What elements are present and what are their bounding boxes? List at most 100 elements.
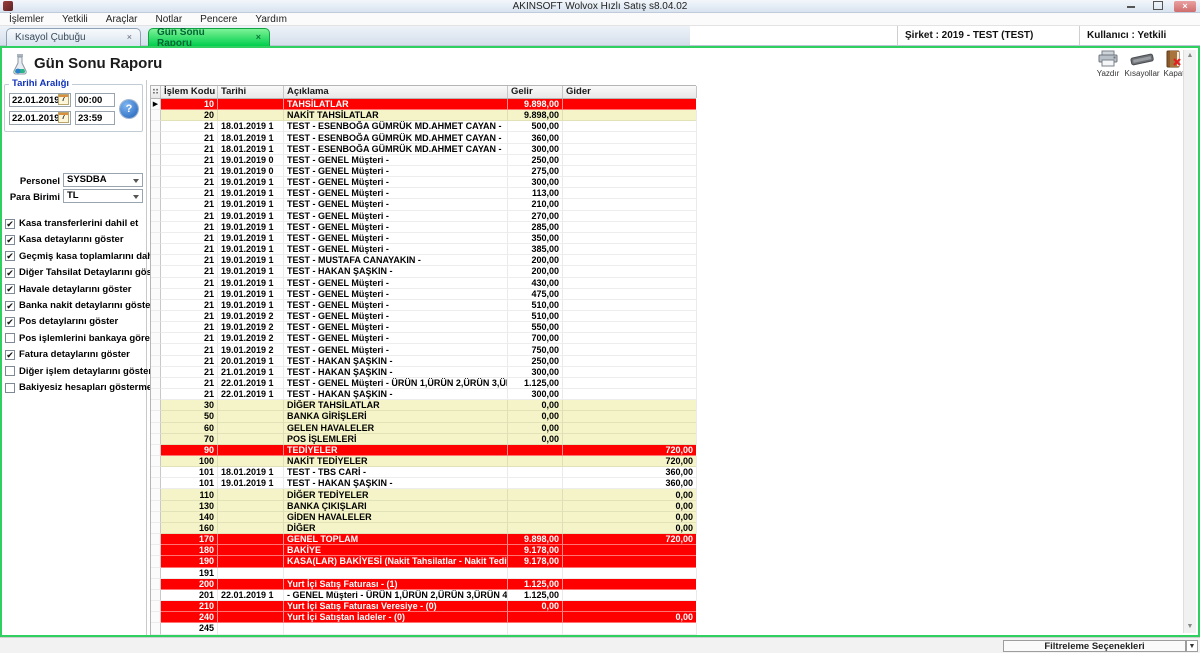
table-row[interactable]: 2119.01.2019 1TEST - GENEL Müşteri -285,… bbox=[151, 222, 696, 233]
table-row[interactable]: 170GENEL TOPLAM9.898,00720,00 bbox=[151, 534, 696, 545]
table-row[interactable]: 2119.01.2019 1TEST - HAKAN ŞAŞKIN -200,0… bbox=[151, 266, 696, 277]
table-row[interactable]: 60GELEN HAVALELER0,00 bbox=[151, 423, 696, 434]
table-row[interactable]: 140GİDEN HAVALELER0,00 bbox=[151, 512, 696, 523]
close-window-button[interactable]: × bbox=[1174, 1, 1196, 12]
help-button[interactable]: ? bbox=[120, 100, 138, 118]
table-row[interactable]: 20122.01.2019 1- GENEL Müşteri - ÜRÜN 1,… bbox=[151, 590, 696, 601]
time-from-input[interactable] bbox=[75, 93, 115, 107]
table-row[interactable]: 200Yurt İçi Satış Faturası - (1)1.125,00 bbox=[151, 579, 696, 590]
table-row[interactable]: 2118.01.2019 1TEST - ESENBOĞA GÜMRÜK MD.… bbox=[151, 132, 696, 143]
shortcuts-button[interactable]: Kısayollar bbox=[1124, 50, 1160, 80]
table-row[interactable]: 180BAKİYE9.178,00 bbox=[151, 545, 696, 556]
personel-select[interactable]: SYSDBA bbox=[63, 173, 143, 187]
table-row[interactable]: 2120.01.2019 1TEST - HAKAN ŞAŞKIN -250,0… bbox=[151, 356, 696, 367]
checkbox-checked-icon[interactable]: ✔ bbox=[5, 235, 15, 245]
calendar-to-icon[interactable]: 7 bbox=[58, 112, 69, 123]
chevron-down-icon[interactable]: ▼ bbox=[1186, 640, 1198, 652]
time-to-input[interactable] bbox=[75, 111, 115, 125]
checkbox-checked-icon[interactable]: ✔ bbox=[5, 350, 15, 360]
filter-checkbox[interactable]: ✔Geçmiş kasa toplamlarını dahil et bbox=[5, 250, 169, 263]
checkbox-checked-icon[interactable]: ✔ bbox=[5, 317, 15, 327]
table-row[interactable]: ▶10TAHSİLATLAR9.898,00 bbox=[151, 99, 696, 110]
table-row[interactable]: 130BANKA ÇIKIŞLARI0,00 bbox=[151, 501, 696, 512]
checkbox-checked-icon[interactable]: ✔ bbox=[5, 284, 15, 294]
tab-close-icon[interactable]: × bbox=[256, 33, 261, 42]
filter-checkbox[interactable]: ✔Kasa detaylarını göster bbox=[5, 233, 124, 246]
menu-item-notlar[interactable]: Notlar bbox=[146, 13, 191, 26]
tab-inactive[interactable]: Kısayol Çubuğu× bbox=[6, 28, 141, 46]
scroll-up-icon[interactable]: ▲ bbox=[1184, 50, 1196, 62]
table-row[interactable]: 10118.01.2019 1TEST - TBS CARİ -360,00 bbox=[151, 467, 696, 478]
table-row[interactable]: 110DİĞER TEDİYELER0,00 bbox=[151, 489, 696, 500]
table-row[interactable]: 100NAKİT TEDİYELER720,00 bbox=[151, 456, 696, 467]
table-row[interactable]: 2119.01.2019 1TEST - GENEL Müşteri -300,… bbox=[151, 177, 696, 188]
checkbox-checked-icon[interactable]: ✔ bbox=[5, 219, 15, 229]
table-row[interactable]: 2119.01.2019 1TEST - GENEL Müşteri -270,… bbox=[151, 211, 696, 222]
table-row[interactable]: 2119.01.2019 1TEST - GENEL Müşteri -350,… bbox=[151, 233, 696, 244]
menu-item-pencere[interactable]: Pencere bbox=[191, 13, 246, 26]
scroll-down-icon[interactable]: ▼ bbox=[1184, 621, 1196, 633]
maximize-button[interactable] bbox=[1147, 1, 1169, 12]
filter-checkbox[interactable]: Bakiyesiz hesapları gösterme bbox=[5, 381, 152, 394]
checkbox-unchecked-icon[interactable] bbox=[5, 333, 15, 343]
calendar-from-icon[interactable]: 7 bbox=[58, 94, 69, 105]
table-row[interactable]: 2119.01.2019 1TEST - MUSTAFA CANAYAKIN -… bbox=[151, 255, 696, 266]
table-row[interactable]: 210Yurt İçi Satış Faturası Veresiye - (0… bbox=[151, 601, 696, 612]
table-row[interactable]: 2118.01.2019 1TEST - ESENBOĞA GÜMRÜK MD.… bbox=[151, 121, 696, 132]
table-row[interactable]: 2119.01.2019 1TEST - GENEL Müşteri -430,… bbox=[151, 278, 696, 289]
filter-options-button[interactable]: Filtreleme Seçenekleri ▼ bbox=[1003, 640, 1186, 652]
table-row[interactable]: 2119.01.2019 2TEST - GENEL Müşteri -550,… bbox=[151, 322, 696, 333]
table-row[interactable]: 2118.01.2019 1TEST - ESENBOĞA GÜMRÜK MD.… bbox=[151, 144, 696, 155]
checkbox-checked-icon[interactable]: ✔ bbox=[5, 301, 15, 311]
table-row[interactable]: 30DİĞER TAHSİLATLAR0,00 bbox=[151, 400, 696, 411]
table-row[interactable]: 2119.01.2019 0TEST - GENEL Müşteri -250,… bbox=[151, 155, 696, 166]
currency-select[interactable]: TL bbox=[63, 189, 143, 203]
checkbox-unchecked-icon[interactable] bbox=[5, 383, 15, 393]
filter-checkbox[interactable]: ✔Kasa transferlerini dahil et bbox=[5, 217, 138, 230]
col-header-islem-kodu[interactable]: İşlem Kodu bbox=[161, 86, 218, 98]
print-button[interactable]: Yazdır bbox=[1090, 50, 1126, 80]
table-row[interactable]: 240Yurt İçi Satıştan İadeler - (0)0,00 bbox=[151, 612, 696, 623]
table-row[interactable]: 2119.01.2019 1TEST - GENEL Müşteri -385,… bbox=[151, 244, 696, 255]
table-row[interactable]: 2119.01.2019 1TEST - GENEL Müşteri -113,… bbox=[151, 188, 696, 199]
col-header-gelir[interactable]: Gelir bbox=[508, 86, 563, 98]
minimize-button[interactable] bbox=[1120, 1, 1142, 12]
table-row[interactable]: 2119.01.2019 0TEST - GENEL Müşteri -275,… bbox=[151, 166, 696, 177]
menu-item-i̇şlemler[interactable]: İşlemler bbox=[0, 13, 53, 26]
table-row[interactable]: 2119.01.2019 1TEST - GENEL Müşteri -210,… bbox=[151, 199, 696, 210]
col-header-gider[interactable]: Gider bbox=[563, 86, 697, 98]
table-row[interactable]: 2122.01.2019 1TEST - HAKAN ŞAŞKIN -300,0… bbox=[151, 389, 696, 400]
vertical-scrollbar[interactable]: ▲ ▼ bbox=[1183, 50, 1196, 633]
table-row[interactable]: 160DİĞER0,00 bbox=[151, 523, 696, 534]
table-row[interactable]: 2119.01.2019 1TEST - GENEL Müşteri -510,… bbox=[151, 300, 696, 311]
tab-active[interactable]: Gün Sonu Raporu× bbox=[148, 28, 270, 46]
filter-checkbox[interactable]: ✔Diğer Tahsilat Detaylarını göster bbox=[5, 266, 164, 279]
filter-checkbox[interactable]: ✔Fatura detaylarını göster bbox=[5, 348, 130, 361]
filter-checkbox[interactable]: Diğer işlem detaylarını göster bbox=[5, 365, 152, 378]
table-row[interactable]: 70POS İŞLEMLERİ0,00 bbox=[151, 434, 696, 445]
table-row[interactable]: 2121.01.2019 1TEST - HAKAN ŞAŞKIN -300,0… bbox=[151, 367, 696, 378]
menu-item-yardım[interactable]: Yardım bbox=[246, 13, 296, 26]
checkbox-checked-icon[interactable]: ✔ bbox=[5, 251, 15, 261]
col-header-tarihi[interactable]: Tarihi bbox=[218, 86, 284, 98]
table-row[interactable]: 2119.01.2019 1TEST - GENEL Müşteri -475,… bbox=[151, 289, 696, 300]
table-row[interactable]: 2119.01.2019 2TEST - GENEL Müşteri -510,… bbox=[151, 311, 696, 322]
table-row[interactable]: 2119.01.2019 2TEST - GENEL Müşteri -700,… bbox=[151, 333, 696, 344]
filter-checkbox[interactable]: ✔Havale detaylarını göster bbox=[5, 283, 131, 296]
table-row[interactable]: 191 bbox=[151, 568, 696, 579]
table-row[interactable]: 90TEDİYELER720,00 bbox=[151, 445, 696, 456]
filter-checkbox[interactable]: ✔Banka nakit detaylarını göster bbox=[5, 299, 154, 312]
checkbox-unchecked-icon[interactable] bbox=[5, 366, 15, 376]
table-row[interactable]: 190KASA(LAR) BAKİYESİ (Nakit Tahsilatlar… bbox=[151, 556, 696, 567]
table-row[interactable]: 2122.01.2019 1TEST - GENEL Müşteri - ÜRÜ… bbox=[151, 378, 696, 389]
filter-checkbox[interactable]: ✔Pos detaylarını göster bbox=[5, 315, 118, 328]
table-row[interactable]: 10119.01.2019 1TEST - HAKAN ŞAŞKIN -360,… bbox=[151, 478, 696, 489]
menu-item-yetkili[interactable]: Yetkili bbox=[53, 13, 97, 26]
table-row[interactable]: 2119.01.2019 2TEST - GENEL Müşteri -750,… bbox=[151, 344, 696, 355]
table-row[interactable]: 245 bbox=[151, 623, 696, 634]
menu-item-araçlar[interactable]: Araçlar bbox=[97, 13, 147, 26]
checkbox-checked-icon[interactable]: ✔ bbox=[5, 268, 15, 278]
table-row[interactable]: 50BANKA GİRİŞLERİ0,00 bbox=[151, 411, 696, 422]
table-row[interactable]: 20NAKİT TAHSİLATLAR9.898,00 bbox=[151, 110, 696, 121]
tab-close-icon[interactable]: × bbox=[127, 33, 132, 42]
